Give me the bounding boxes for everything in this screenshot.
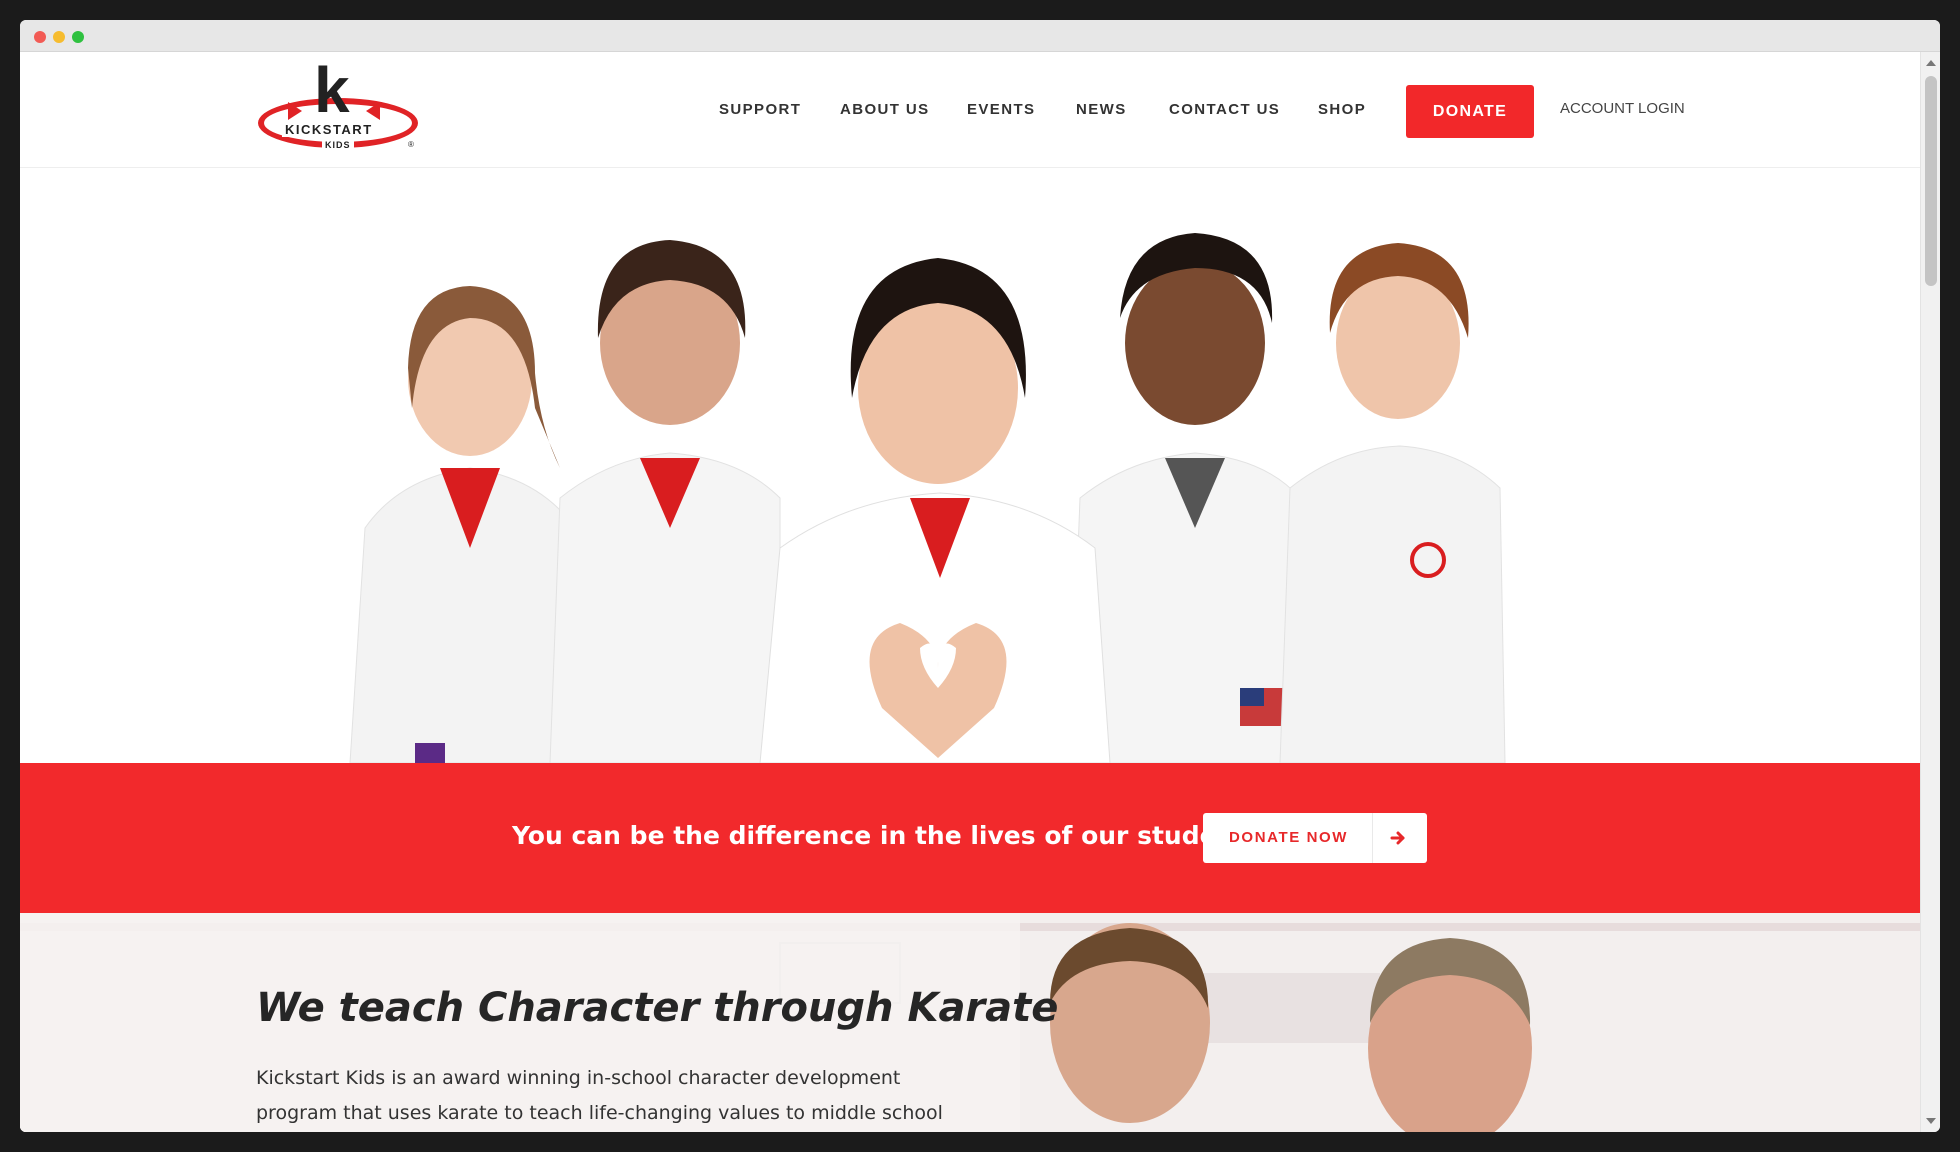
about-heading: We teach Character through Karate xyxy=(256,985,1059,1031)
nav-item-contact-us[interactable]: CONTACT US xyxy=(1169,101,1280,118)
scrollbar-thumb[interactable] xyxy=(1925,76,1937,286)
cta-message: You can be the difference in the lives o… xyxy=(512,821,1271,850)
nav-item-news[interactable]: NEWS xyxy=(1076,101,1127,118)
page-scrollbar[interactable] xyxy=(1920,52,1940,1132)
maximize-window-button[interactable] xyxy=(72,31,84,43)
donate-now-label: DONATE NOW xyxy=(1229,829,1349,846)
hero-students-photo xyxy=(20,168,1920,763)
logo-wordmark: KICKSTART xyxy=(282,122,376,137)
nav-item-about-us[interactable]: ABOUT US xyxy=(840,101,930,118)
donate-button[interactable]: DONATE xyxy=(1406,85,1534,138)
close-window-button[interactable] xyxy=(34,31,46,43)
account-login-link[interactable]: ACCOUNT LOGIN xyxy=(1560,100,1685,117)
logo-arrow-right-icon xyxy=(366,102,380,120)
nav-item-shop[interactable]: SHOP xyxy=(1318,101,1366,118)
logo-k-mark: k xyxy=(314,54,350,126)
about-section: We teach Character through Karate Kickst… xyxy=(20,913,1920,1132)
arrow-right-icon xyxy=(1390,831,1405,845)
logo-subtext: KIDS xyxy=(322,140,354,150)
scroll-up-arrow-icon[interactable] xyxy=(1926,60,1936,66)
minimize-window-button[interactable] xyxy=(53,31,65,43)
nav-item-support[interactable]: SUPPORT xyxy=(719,101,801,118)
site-header: k KICKSTART KIDS ® SUPPORT ABOUT US EVEN… xyxy=(20,52,1920,168)
browser-window: k KICKSTART KIDS ® SUPPORT ABOUT US EVEN… xyxy=(20,20,1940,1132)
scroll-down-arrow-icon[interactable] xyxy=(1926,1118,1936,1124)
about-paragraph: Kickstart Kids is an award winning in-sc… xyxy=(256,1067,943,1124)
button-divider xyxy=(1372,813,1373,863)
logo-registered-mark: ® xyxy=(408,140,414,149)
kickstart-kids-logo[interactable]: k KICKSTART KIDS ® xyxy=(256,58,420,154)
logo-arrow-left-icon xyxy=(288,102,302,120)
page-viewport: k KICKSTART KIDS ® SUPPORT ABOUT US EVEN… xyxy=(20,52,1920,1132)
nav-item-events[interactable]: EVENTS xyxy=(967,101,1035,118)
window-titlebar xyxy=(20,20,1940,52)
donate-now-button[interactable]: DONATE NOW xyxy=(1203,813,1427,863)
hero-banner xyxy=(20,168,1920,763)
donate-cta-band: You can be the difference in the lives o… xyxy=(20,763,1920,913)
